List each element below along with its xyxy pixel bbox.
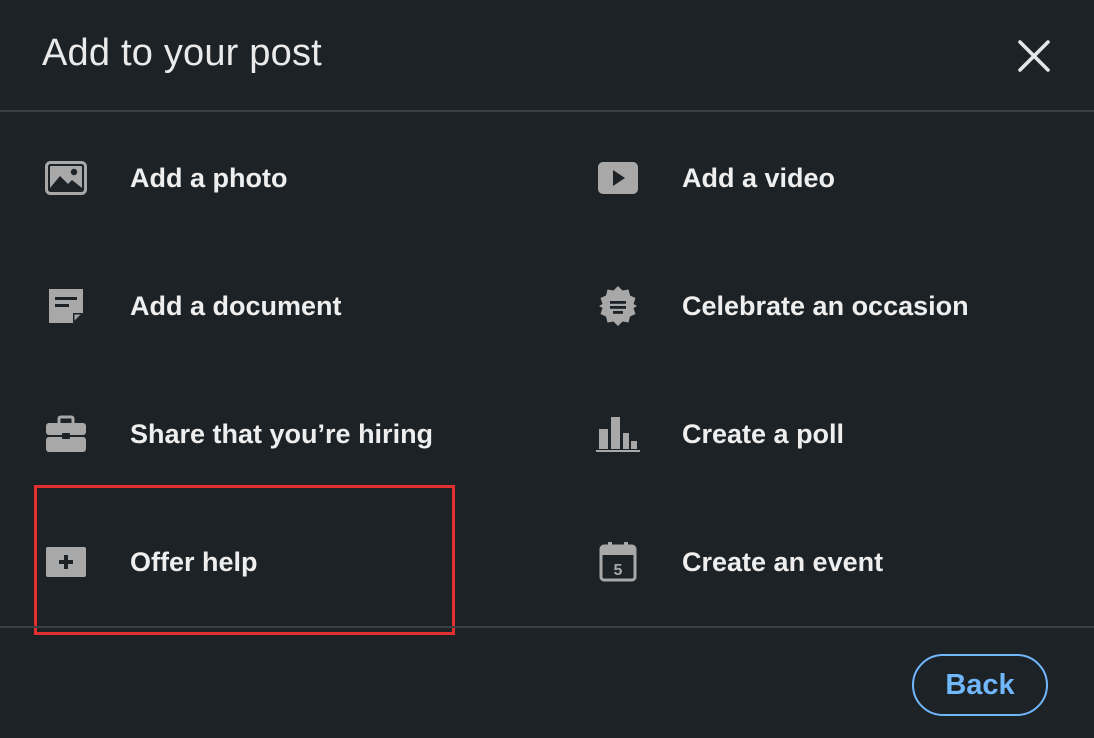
photo-icon [44,156,88,200]
bar-chart-icon [596,412,640,456]
dialog-header: Add to your post [0,0,1094,112]
plus-box-icon [44,540,88,584]
briefcase-icon [44,412,88,456]
close-button[interactable] [1010,32,1058,80]
create-event-option[interactable]: 5 Create an event [552,498,1072,626]
add-photo-label: Add a photo [130,162,288,193]
dialog-footer: Back [0,626,1094,738]
create-event-label: Create an event [682,546,884,577]
add-photo-option[interactable]: Add a photo [0,114,520,242]
calendar-day-number: 5 [614,562,623,579]
add-video-option[interactable]: Add a video [552,114,1072,242]
celebrate-occasion-label: Celebrate an occasion [682,290,969,321]
close-icon [1018,40,1050,72]
calendar-icon: 5 [596,540,640,584]
share-hiring-label: Share that you’re hiring [130,418,434,449]
add-document-label: Add a document [130,290,342,321]
options-grid: Add a photo Add a video Add a document C… [0,114,1094,626]
add-video-label: Add a video [682,162,836,193]
create-poll-label: Create a poll [682,418,845,449]
add-to-post-dialog: Add to your post Add a photo Add a video… [0,0,1094,738]
offer-help-option[interactable]: Offer help [0,498,520,626]
add-document-option[interactable]: Add a document [0,242,520,370]
dialog-title: Add to your post [42,32,322,74]
share-hiring-option[interactable]: Share that you’re hiring [0,370,520,498]
celebrate-badge-icon [596,284,640,328]
video-icon [596,156,640,200]
offer-help-label: Offer help [130,546,258,577]
back-button[interactable]: Back [912,654,1048,716]
celebrate-occasion-option[interactable]: Celebrate an occasion [552,242,1072,370]
document-icon [44,284,88,328]
create-poll-option[interactable]: Create a poll [552,370,1072,498]
